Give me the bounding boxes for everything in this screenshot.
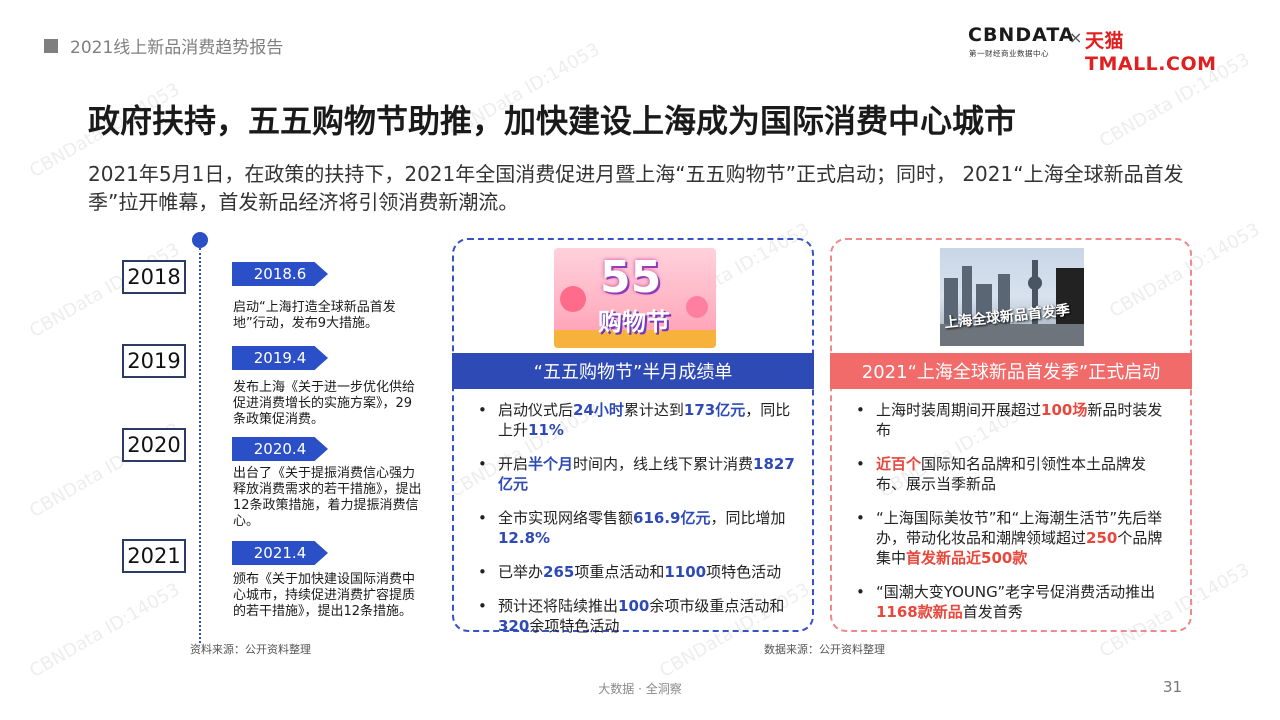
- bullet-list: • 启动仪式后24小时累计达到173亿元，同比上升11% • 开启半个月时间内，线上…: [476, 400, 796, 650]
- list-item: • 启动仪式后24小时累计达到173亿元，同比上升11%: [476, 400, 796, 440]
- highlight: 320: [498, 617, 530, 635]
- list-item: • 近百个国际知名品牌和引领性本土品牌发布、展示当季新品: [854, 454, 1174, 494]
- highlight: 近百个: [876, 455, 922, 473]
- bullet-icon: •: [478, 597, 487, 615]
- logo-separator: ×: [1069, 28, 1083, 47]
- festival-logo-text: 购物节: [598, 308, 670, 336]
- footer-tagline: 大数据 · 全洞察: [598, 682, 682, 696]
- shanghai-skyline-image: 上海全球新品首发季: [940, 248, 1084, 346]
- timeline-year: 2019: [122, 344, 186, 378]
- watermark: CBNData ID:14053: [26, 579, 184, 682]
- tmall-logo: 天猫TMALL.COM: [1085, 30, 1217, 75]
- list-item: • “上海国际美妆节”和“上海潮生活节”先后举办，带动化妆品和潮牌领域超过250个…: [854, 508, 1174, 568]
- highlight: 1168款新品: [876, 603, 963, 621]
- timeline-start-dot: [192, 232, 208, 248]
- list-item: • “国潮大变YOUNG”老字号促消费活动推出 1168款新品首发首秀: [854, 582, 1174, 622]
- text-segment: 已举办: [498, 563, 544, 581]
- timeline-description: 发布上海《关于进一步优化供给促进消费增长的实施方案》，29条政策促消费。: [233, 380, 416, 427]
- bullet-icon: •: [478, 401, 487, 419]
- bullet-icon: •: [856, 509, 865, 527]
- text-segment: 累计达到: [623, 401, 684, 419]
- bullet-icon: •: [478, 563, 487, 581]
- text-segment: 余项特色活动: [529, 617, 620, 635]
- timeline-description: 启动“上海打造全球新品首发地”行动，发布9大措施。: [233, 300, 396, 331]
- bullet-icon: •: [856, 583, 865, 601]
- timeline-year: 2018: [122, 260, 186, 294]
- cbndata-logo: CBNDATA: [968, 24, 1075, 46]
- new-product-season-card: 上海全球新品首发季 2021“上海全球新品首发季”正式启动 • 上海时装周期间开展…: [830, 238, 1192, 632]
- shopping-festival-image: 55 购物节: [554, 248, 716, 348]
- text-segment: 余项市级重点活动和: [649, 597, 785, 615]
- highlight: 250: [1086, 529, 1118, 547]
- bullet-icon: •: [478, 455, 487, 473]
- report-header: 2021线上新品消费趋势报告: [44, 33, 283, 58]
- text-segment: “国潮大变YOUNG”老字号促消费活动推出: [876, 583, 1156, 601]
- report-title: 2021线上新品消费趋势报告: [70, 38, 284, 58]
- timeline-description: 颁布《关于加快建设国际消费中心城市，持续促进消费扩容提质的若干措施》，提出12条…: [233, 572, 416, 619]
- list-item: • 已举办265项重点活动和1100项特色活动: [476, 562, 796, 582]
- highlight: 100场: [1041, 401, 1088, 419]
- highlight: 173亿元: [683, 401, 746, 419]
- text-segment: 开启: [498, 455, 529, 473]
- text-segment: 全市实现网络零售额: [498, 509, 634, 527]
- timeline-date-badge: 2020.4: [232, 437, 328, 461]
- highlight: 100: [618, 597, 650, 615]
- highlight: 12.8%: [498, 529, 551, 547]
- highlight: 24小时: [573, 401, 624, 419]
- timeline-year: 2021: [122, 539, 186, 573]
- timeline-date-badge: 2019.4: [232, 346, 328, 370]
- tv-tower-sphere: [1028, 276, 1042, 290]
- timeline-date-badge: 2018.6: [232, 262, 328, 286]
- highlight: 1100: [664, 563, 707, 581]
- timeline-date-badge: 2021.4: [232, 541, 328, 565]
- highlight: 首发新品近500款: [906, 549, 1028, 567]
- bullet-list: • 上海时装周期间开展超过100场新品时装发布 • 近百个国际知名品牌和引领性本土品…: [854, 400, 1174, 636]
- highlight: 265: [543, 563, 575, 581]
- text-segment: 项特色活动: [706, 563, 782, 581]
- cbndata-logo-subtitle: 第一财经商业数据中心: [969, 49, 1049, 58]
- balloon-shape: [560, 286, 586, 312]
- timeline-line: [199, 248, 201, 643]
- bullet-icon: •: [856, 455, 865, 473]
- highlight: 11%: [528, 421, 564, 439]
- list-item: • 上海时装周期间开展超过100场新品时装发布: [854, 400, 1174, 440]
- brand-logos: CBNDATA 第一财经商业数据中心 × 天猫TMALL.COM: [968, 24, 1248, 75]
- festival-logo-number: 55: [600, 252, 662, 303]
- list-item: • 开启半个月时间内，线上线下累计消费1827亿元: [476, 454, 796, 494]
- source-note: 资料来源：公开资料整理: [190, 643, 311, 656]
- highlight: 半个月: [528, 455, 574, 473]
- timeline-description: 出台了《关于提振消费信心强力释放消费需求的若干措施》，提出12条政策措施，着力提…: [233, 466, 422, 529]
- list-item: • 预计还将陆续推出100余项市级重点活动和 320余项特色活动: [476, 596, 796, 636]
- list-item: • 全市实现网络零售额616.9亿元，同比增加 12.8%: [476, 508, 796, 548]
- card-banner: 2021“上海全球新品首发季”正式启动: [830, 353, 1192, 389]
- timeline-year: 2020: [122, 428, 186, 462]
- text-segment: 项重点活动和: [574, 563, 665, 581]
- text-segment: 首发首秀: [962, 603, 1023, 621]
- page-number: 31: [1163, 678, 1183, 696]
- bullet-icon: •: [478, 509, 487, 527]
- text-segment: ，同比增加: [710, 509, 786, 527]
- balloon-shape: [686, 296, 708, 318]
- text-segment: 启动仪式后: [498, 401, 574, 419]
- card-banner: “五五购物节”半月成绩单: [452, 353, 814, 389]
- page-title: 政府扶持，五五购物节助推，加快建设上海成为国际消费中心城市: [88, 102, 1017, 140]
- bullet-icon: •: [856, 401, 865, 419]
- text-segment: 预计还将陆续推出: [498, 597, 619, 615]
- text-segment: 上海时装周期间开展超过: [876, 401, 1042, 419]
- highlight: 616.9亿元: [633, 509, 711, 527]
- header-square-icon: [44, 38, 58, 53]
- shopping-festival-card: 55 购物节 “五五购物节”半月成绩单 • 启动仪式后24小时累计达到173亿元 ，…: [452, 238, 814, 635]
- text-segment: 时间内，线上线下累计消费: [573, 455, 754, 473]
- intro-paragraph: 2021年5月1日，在政策的扶持下，2021年全国消费促进月暨上海“五五购物节”…: [88, 162, 1184, 214]
